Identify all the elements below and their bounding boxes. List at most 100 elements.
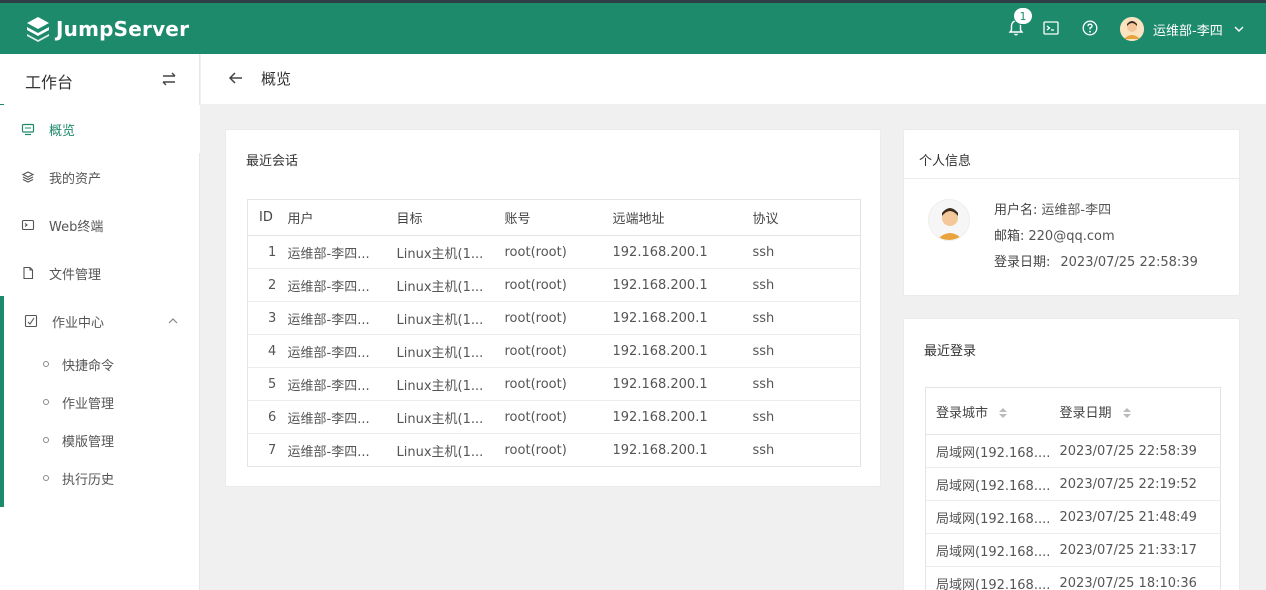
sidebar-subitem-execution-history[interactable]: 执行历史: [0, 459, 200, 497]
sidebar-subitem-label: 作业管理: [62, 396, 115, 412]
table-cell: 局域网(192.168....: [925, 533, 1060, 567]
table-cell: 运维部-李四...: [287, 301, 397, 335]
table-cell: 运维部-李四...: [287, 444, 370, 460]
switch-view-icon[interactable]: [160, 70, 178, 88]
column-header[interactable]: 账号: [504, 199, 613, 236]
table-cell: 192.168.200.1: [612, 367, 753, 401]
sidebar-item-overview[interactable]: 概览: [0, 105, 200, 153]
table-cell: 6: [247, 400, 288, 434]
chevron-down-icon: [1234, 26, 1244, 32]
sidebar-item-my-assets[interactable]: 我的资产: [0, 153, 200, 201]
table-cell: 2023/07/25 22:19:52: [1059, 467, 1221, 501]
column-header-city[interactable]: 登录城市: [925, 387, 1060, 435]
recent-logins-table: 登录城市 登录日期 局域网(192.168.... 2023/07/25 22:5…: [925, 387, 1221, 590]
help-button[interactable]: [1079, 17, 1101, 39]
column-header[interactable]: 协议: [752, 199, 861, 236]
table-cell: root(root): [504, 301, 613, 335]
table-cell: 192.168.200.1: [612, 400, 753, 434]
table-cell: Linux主机(1...: [396, 367, 505, 401]
column-header[interactable]: 用户: [287, 199, 397, 236]
sort-icon[interactable]: [1122, 406, 1132, 420]
user-menu[interactable]: 运维部-李四: [1120, 17, 1245, 41]
table-cell: ssh: [752, 235, 861, 269]
column-header[interactable]: 远端地址: [612, 199, 753, 236]
question-circle-icon: [1082, 20, 1098, 36]
column-header[interactable]: ID: [247, 199, 288, 236]
sort-icon[interactable]: [998, 406, 1008, 420]
email-value: 220@qq.com: [1028, 229, 1115, 244]
table-cell: 运维部-李四...: [287, 268, 397, 302]
table-row[interactable]: 1 运维部-李四... Linux主机(1... root(root) 192.168.…: [247, 235, 861, 269]
sidebar-title: 工作台: [25, 73, 74, 92]
table-row[interactable]: 局域网(192.168.... 2023/07/25 18:10:36: [925, 566, 1221, 590]
table-cell: root(root): [504, 268, 613, 302]
profile-card: 个人信息 用户名: 运维部-李四 邮箱: 220@qq.com 登录日期: 2023/…: [903, 129, 1240, 296]
table-cell: Linux主机(1...: [396, 301, 505, 335]
table-cell: ssh: [752, 268, 861, 302]
sidebar-item-label: 作业中心: [52, 315, 105, 331]
avatar: [928, 199, 970, 241]
table-row[interactable]: 7 运维部-李四... Linux主机(1... root(root) 192.168.…: [248, 434, 861, 467]
sidebar-subitem-label: 执行历史: [62, 472, 115, 488]
back-arrow-icon[interactable]: [227, 69, 245, 87]
recent-sessions-card: 最近会话 ID 用户 目标 账号 远端地址 协议 1 运维部-李四... Linux…: [225, 129, 881, 487]
table-cell: Linux主机(1...: [396, 444, 484, 460]
username-label: 用户名:: [994, 203, 1038, 218]
user-name: 运维部-李四: [1153, 23, 1223, 39]
sidebar-item-job-center[interactable]: 作业中心: [0, 297, 200, 345]
table-cell: 局域网(192.168....: [925, 500, 1060, 534]
table-cell: ssh: [752, 367, 861, 401]
sidebar-item-label: 我的资产: [49, 171, 102, 187]
table-row[interactable]: 局域网(192.168.... 2023/07/25 22:58:39: [925, 434, 1221, 468]
profile-login-date-line: 登录日期: 2023/07/25 22:58:39: [994, 251, 1198, 270]
table-cell: Linux主机(1...: [396, 400, 505, 434]
bullet-icon: [43, 437, 49, 443]
column-header-date[interactable]: 登录日期: [1059, 387, 1221, 435]
notification-badge: 1: [1013, 7, 1033, 25]
brand-logo[interactable]: JumpServer: [24, 15, 189, 43]
sidebar-subitem-quick-command[interactable]: 快捷命令: [0, 345, 200, 383]
table-row[interactable]: 局域网(192.168.... 2023/07/25 21:48:49: [925, 500, 1221, 534]
table-row[interactable]: 局域网(192.168.... 2023/07/25 22:19:52: [925, 467, 1221, 501]
brand-name: JumpServer: [56, 17, 190, 41]
sidebar: 工作台 概览 我的资产 Web终端 文件管理 作业中心 快捷命令 作业管理 模版…: [0, 54, 200, 590]
table-row[interactable]: 5 运维部-李四... Linux主机(1... root(root) 192.168.…: [247, 367, 861, 401]
chevron-up-icon: [168, 318, 178, 324]
sidebar-item-file-manager[interactable]: 文件管理: [0, 249, 200, 297]
sidebar-item-label: 概览: [49, 123, 76, 139]
monitor-icon: [21, 122, 35, 136]
sidebar-subitem-template-management[interactable]: 模版管理: [0, 421, 200, 459]
layers-icon: [21, 170, 35, 184]
web-terminal-button[interactable]: [1040, 17, 1062, 39]
sidebar-subitem-job-management[interactable]: 作业管理: [0, 383, 200, 421]
divider: [904, 178, 1239, 179]
table-row[interactable]: 6 运维部-李四... Linux主机(1... root(root) 192.168.…: [247, 400, 861, 434]
recent-logins-card: 最近登录 登录城市 登录日期 局域网(192.168.... 2023/07/25…: [903, 318, 1240, 590]
table-cell: 192.168.200.1: [612, 235, 753, 269]
table-cell: Linux主机(1...: [396, 235, 505, 269]
table-cell: 192.168.200.1: [612, 442, 708, 458]
table-cell: 局域网(192.168....: [925, 434, 1060, 468]
bullet-icon: [43, 361, 49, 367]
table-cell: 局域网(192.168....: [925, 467, 1060, 501]
table-cell: Linux主机(1...: [396, 268, 505, 302]
recent-sessions-table: ID 用户 目标 账号 远端地址 协议 1 运维部-李四... Linux主机(1.…: [247, 199, 861, 467]
sidebar-item-web-terminal[interactable]: Web终端: [0, 201, 200, 249]
sidebar-item-label: Web终端: [49, 219, 104, 235]
sidebar-subitem-label: 模版管理: [62, 434, 115, 450]
column-header[interactable]: 目标: [396, 199, 505, 236]
table-row[interactable]: 3 运维部-李四... Linux主机(1... root(root) 192.168.…: [247, 301, 861, 335]
table-row[interactable]: 局域网(192.168.... 2023/07/25 21:33:17: [925, 533, 1221, 567]
table-cell: 2023/07/25 21:33:17: [1059, 533, 1221, 567]
table-cell: 192.168.200.1: [612, 268, 753, 302]
page-header: 概览: [201, 54, 1266, 104]
username-value: 运维部-李四: [1041, 203, 1112, 218]
bullet-icon: [43, 399, 49, 405]
table-cell: 2023/07/25 22:58:39: [1059, 434, 1221, 468]
profile-email-line: 邮箱: 220@qq.com: [994, 225, 1115, 244]
table-cell: ssh: [752, 301, 861, 335]
jumpserver-logo-icon: [27, 17, 49, 42]
table-row[interactable]: 2 运维部-李四... Linux主机(1... root(root) 192.168.…: [247, 268, 861, 302]
email-label: 邮箱:: [994, 229, 1025, 244]
table-row[interactable]: 4 运维部-李四... Linux主机(1... root(root) 192.168.…: [247, 334, 861, 368]
